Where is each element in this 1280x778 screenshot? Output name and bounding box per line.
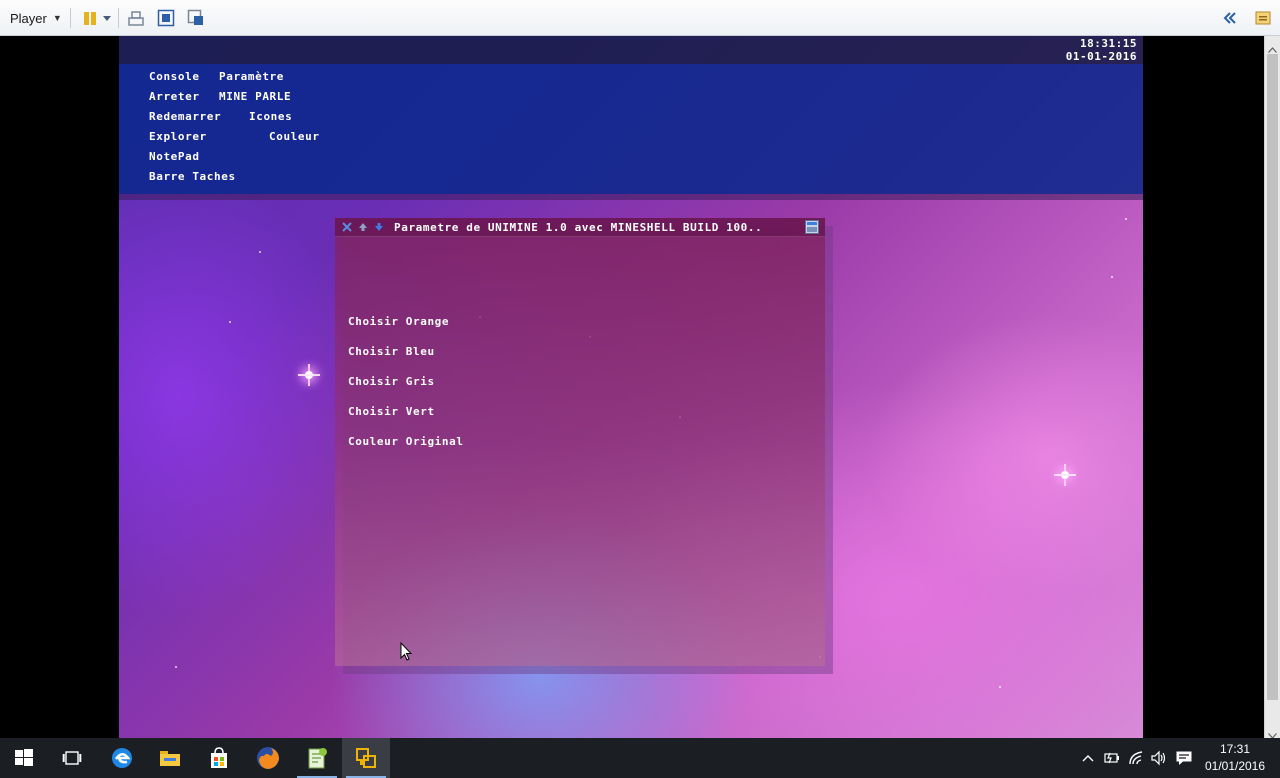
menu-item-redemarrer[interactable]: Redemarrer bbox=[149, 110, 221, 123]
vertical-scrollbar[interactable] bbox=[1264, 36, 1280, 739]
file-explorer-icon[interactable] bbox=[146, 738, 194, 778]
option-choisir-bleu[interactable]: Choisir Bleu bbox=[348, 345, 435, 358]
menu-item-explorer[interactable]: Explorer bbox=[149, 130, 207, 143]
star bbox=[999, 686, 1001, 688]
action-center-icon[interactable] bbox=[1174, 748, 1194, 768]
system-clock[interactable]: 17:31 01/01/2016 bbox=[1200, 741, 1270, 775]
sparkle-icon bbox=[1054, 464, 1076, 486]
window-app-icon[interactable] bbox=[805, 220, 819, 234]
chevron-down-icon: ▼ bbox=[52, 13, 62, 23]
power-icon[interactable] bbox=[1102, 748, 1122, 768]
taskbar-time: 17:31 bbox=[1219, 742, 1251, 756]
library-icon[interactable] bbox=[1253, 8, 1273, 28]
star bbox=[1111, 276, 1113, 278]
close-icon[interactable] bbox=[341, 221, 353, 233]
star bbox=[229, 321, 231, 323]
sparkle-icon bbox=[298, 364, 320, 386]
star bbox=[259, 251, 261, 253]
star bbox=[175, 666, 177, 668]
toolbar-divider bbox=[118, 8, 119, 28]
vmware-player-icon[interactable] bbox=[342, 738, 390, 778]
window-titlebar[interactable]: Parametre de UNIMINE 1.0 avec MINESHELL … bbox=[335, 218, 825, 237]
store-icon[interactable] bbox=[195, 738, 243, 778]
guest-start-menu: Console Paramètre Arreter MINE PARLE Red… bbox=[119, 64, 1143, 194]
menu-item-barre-taches[interactable]: Barre Taches bbox=[149, 170, 236, 183]
send-ctrl-alt-del-icon[interactable] bbox=[126, 8, 146, 28]
toolbar-divider bbox=[70, 8, 71, 28]
settings-window: Parametre de UNIMINE 1.0 avec MINESHELL … bbox=[335, 218, 825, 666]
guest-top-bar: 18:31:15 01-01-2016 bbox=[119, 36, 1143, 64]
option-couleur-original[interactable]: Couleur Original bbox=[348, 435, 464, 448]
player-toolbar: Player ▼ bbox=[0, 0, 1280, 36]
edge-icon[interactable] bbox=[98, 738, 146, 778]
menu-item-parametre[interactable]: Paramètre bbox=[219, 70, 284, 83]
menu-item-console[interactable]: Console bbox=[149, 70, 200, 83]
menu-panel-edge bbox=[119, 194, 1143, 200]
notepad-plus-plus-icon[interactable] bbox=[293, 738, 341, 778]
scroll-thumb[interactable] bbox=[1267, 54, 1278, 700]
vm-screen[interactable]: 18:31:15 01-01-2016 Console Paramètre Ar… bbox=[119, 36, 1143, 738]
network-icon[interactable] bbox=[1127, 748, 1147, 768]
back-arrows-icon[interactable] bbox=[1220, 8, 1240, 28]
mouse-cursor-icon bbox=[400, 641, 413, 667]
option-choisir-orange[interactable]: Choisir Orange bbox=[348, 315, 449, 328]
player-menu-label: Player bbox=[10, 10, 47, 26]
fullscreen-icon[interactable] bbox=[156, 8, 176, 28]
window-title: Parametre de UNIMINE 1.0 avec MINESHELL … bbox=[394, 221, 763, 234]
clock-time: 18:31:15 bbox=[1080, 37, 1137, 50]
menu-item-icones[interactable]: Icones bbox=[249, 110, 292, 123]
arrow-down-icon[interactable] bbox=[373, 221, 385, 233]
player-menu-button[interactable]: Player ▼ bbox=[4, 0, 68, 36]
unity-icon[interactable] bbox=[186, 8, 206, 28]
star bbox=[1125, 218, 1127, 220]
menu-item-mine-parle[interactable]: MINE PARLE bbox=[219, 90, 291, 103]
firefox-icon[interactable] bbox=[244, 738, 292, 778]
arrow-up-icon[interactable] bbox=[357, 221, 369, 233]
windows-taskbar: 17:31 01/01/2016 bbox=[0, 738, 1280, 778]
menu-item-couleur[interactable]: Couleur bbox=[269, 130, 320, 143]
volume-icon[interactable] bbox=[1149, 748, 1169, 768]
taskbar-date: 01/01/2016 bbox=[1204, 759, 1266, 773]
pause-icon[interactable] bbox=[80, 8, 100, 28]
start-icon[interactable] bbox=[0, 738, 48, 778]
show-hidden-chevron-icon[interactable] bbox=[1078, 748, 1098, 768]
menu-item-arreter[interactable]: Arreter bbox=[149, 90, 200, 103]
guest-clock: 18:31:15 01-01-2016 bbox=[1066, 37, 1137, 63]
option-choisir-gris[interactable]: Choisir Gris bbox=[348, 375, 435, 388]
dropdown-caret-icon[interactable] bbox=[100, 8, 114, 28]
task-view-icon[interactable] bbox=[48, 738, 96, 778]
menu-item-notepad[interactable]: NotePad bbox=[149, 150, 200, 163]
clock-date: 01-01-2016 bbox=[1065, 50, 1137, 63]
option-choisir-vert[interactable]: Choisir Vert bbox=[348, 405, 435, 418]
